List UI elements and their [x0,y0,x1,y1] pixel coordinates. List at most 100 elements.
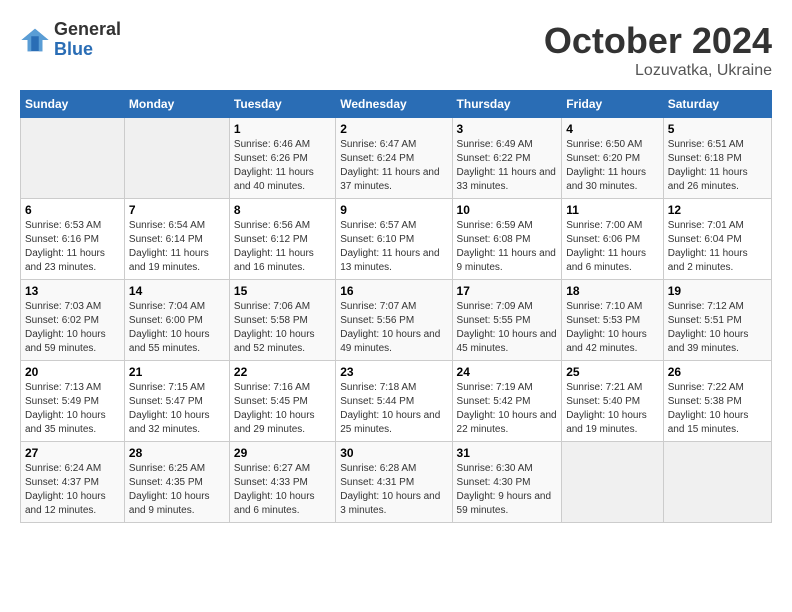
day-number: 2 [340,122,447,136]
calendar-week-5: 27Sunrise: 6:24 AMSunset: 4:37 PMDayligh… [21,442,772,523]
day-number: 17 [457,284,558,298]
calendar-cell: 29Sunrise: 6:27 AMSunset: 4:33 PMDayligh… [229,442,335,523]
day-info: Sunrise: 7:07 AMSunset: 5:56 PMDaylight:… [340,300,447,356]
day-info: Sunrise: 7:12 AMSunset: 5:51 PMDaylight:… [668,300,767,356]
day-info: Sunrise: 7:18 AMSunset: 5:44 PMDaylight:… [340,381,447,437]
calendar-cell: 27Sunrise: 6:24 AMSunset: 4:37 PMDayligh… [21,442,125,523]
day-number: 4 [566,122,659,136]
calendar-cell: 23Sunrise: 7:18 AMSunset: 5:44 PMDayligh… [336,361,452,442]
day-number: 11 [566,203,659,217]
location-text: Lozuvatka, Ukraine [544,62,772,80]
page-header: General Blue October 2024 Lozuvatka, Ukr… [20,20,772,80]
calendar-cell: 9 Sunrise: 6:57 AMSunset: 6:10 PMDaylight… [336,199,452,280]
day-info: Sunrise: 6:56 AMSunset: 6:12 PMDaylight:… [234,219,331,275]
col-wednesday: Wednesday [336,91,452,118]
calendar-cell: 18 Sunrise: 7:10 AMSunset: 5:53 PMDayligh… [562,280,664,361]
day-info: Sunrise: 7:00 AMSunset: 6:06 PMDaylight:… [566,219,659,275]
calendar-cell: 24 Sunrise: 7:19 AMSunset: 5:42 PMDayligh… [452,361,562,442]
calendar-cell: 5Sunrise: 6:51 AMSunset: 6:18 PMDaylight… [663,118,771,199]
day-number: 26 [668,365,767,379]
calendar-cell: 25 Sunrise: 7:21 AMSunset: 5:40 PMDayligh… [562,361,664,442]
day-number: 12 [668,203,767,217]
calendar-cell: 17 Sunrise: 7:09 AMSunset: 5:55 PMDayligh… [452,280,562,361]
calendar-week-1: 1 Sunrise: 6:46 AMSunset: 6:26 PMDaylight… [21,118,772,199]
day-info: Sunrise: 6:53 AMSunset: 6:16 PMDaylight:… [25,219,120,275]
calendar-cell: 26 Sunrise: 7:22 AMSunset: 5:38 PMDayligh… [663,361,771,442]
day-info: Sunrise: 6:24 AMSunset: 4:37 PMDaylight:… [25,462,120,518]
calendar-week-3: 13Sunrise: 7:03 AMSunset: 6:02 PMDayligh… [21,280,772,361]
calendar-header: Sunday Monday Tuesday Wednesday Thursday… [21,91,772,118]
day-number: 15 [234,284,331,298]
day-info: Sunrise: 6:46 AMSunset: 6:26 PMDaylight:… [234,138,331,194]
logo-general-text: General [54,20,121,40]
day-number: 3 [457,122,558,136]
calendar-cell [663,442,771,523]
day-number: 10 [457,203,558,217]
day-number: 19 [668,284,767,298]
logo-blue-text: Blue [54,40,121,60]
day-info: Sunrise: 7:10 AMSunset: 5:53 PMDaylight:… [566,300,659,356]
day-number: 18 [566,284,659,298]
day-number: 30 [340,446,447,460]
calendar-cell: 11 Sunrise: 7:00 AMSunset: 6:06 PMDayligh… [562,199,664,280]
calendar-cell: 10 Sunrise: 6:59 AMSunset: 6:08 PMDayligh… [452,199,562,280]
day-number: 6 [25,203,120,217]
logo: General Blue [20,20,121,60]
day-info: Sunrise: 6:28 AMSunset: 4:31 PMDaylight:… [340,462,447,518]
day-number: 14 [129,284,225,298]
calendar-cell: 16 Sunrise: 7:07 AMSunset: 5:56 PMDayligh… [336,280,452,361]
day-number: 8 [234,203,331,217]
calendar-cell [21,118,125,199]
day-info: Sunrise: 7:01 AMSunset: 6:04 PMDaylight:… [668,219,767,275]
logo-text: General Blue [54,20,121,60]
calendar-body: 1 Sunrise: 6:46 AMSunset: 6:26 PMDaylight… [21,118,772,523]
title-block: October 2024 Lozuvatka, Ukraine [544,20,772,80]
day-info: Sunrise: 6:47 AMSunset: 6:24 PMDaylight:… [340,138,447,194]
day-number: 5 [668,122,767,136]
calendar-cell: 3 Sunrise: 6:49 AMSunset: 6:22 PMDaylight… [452,118,562,199]
day-number: 24 [457,365,558,379]
calendar-cell: 28Sunrise: 6:25 AMSunset: 4:35 PMDayligh… [124,442,229,523]
day-info: Sunrise: 6:49 AMSunset: 6:22 PMDaylight:… [457,138,558,194]
calendar-week-2: 6 Sunrise: 6:53 AMSunset: 6:16 PMDaylight… [21,199,772,280]
day-info: Sunrise: 7:06 AMSunset: 5:58 PMDaylight:… [234,300,331,356]
day-number: 20 [25,365,120,379]
header-row: Sunday Monday Tuesday Wednesday Thursday… [21,91,772,118]
calendar-cell: 8 Sunrise: 6:56 AMSunset: 6:12 PMDaylight… [229,199,335,280]
day-info: Sunrise: 7:04 AMSunset: 6:00 PMDaylight:… [129,300,225,356]
day-info: Sunrise: 7:19 AMSunset: 5:42 PMDaylight:… [457,381,558,437]
col-sunday: Sunday [21,91,125,118]
calendar-cell [124,118,229,199]
calendar-cell: 4 Sunrise: 6:50 AMSunset: 6:20 PMDaylight… [562,118,664,199]
day-info: Sunrise: 7:22 AMSunset: 5:38 PMDaylight:… [668,381,767,437]
calendar-cell: 19 Sunrise: 7:12 AMSunset: 5:51 PMDayligh… [663,280,771,361]
calendar-cell: 15 Sunrise: 7:06 AMSunset: 5:58 PMDayligh… [229,280,335,361]
day-info: Sunrise: 7:21 AMSunset: 5:40 PMDaylight:… [566,381,659,437]
col-monday: Monday [124,91,229,118]
calendar-cell: 20 Sunrise: 7:13 AMSunset: 5:49 PMDayligh… [21,361,125,442]
calendar-week-4: 20 Sunrise: 7:13 AMSunset: 5:49 PMDayligh… [21,361,772,442]
calendar-cell: 13Sunrise: 7:03 AMSunset: 6:02 PMDayligh… [21,280,125,361]
calendar-cell [562,442,664,523]
day-number: 1 [234,122,331,136]
calendar-cell: 30 Sunrise: 6:28 AMSunset: 4:31 PMDayligh… [336,442,452,523]
day-info: Sunrise: 6:59 AMSunset: 6:08 PMDaylight:… [457,219,558,275]
calendar-table: Sunday Monday Tuesday Wednesday Thursday… [20,90,772,523]
day-number: 28 [129,446,225,460]
calendar-cell: 14 Sunrise: 7:04 AMSunset: 6:00 PMDayligh… [124,280,229,361]
day-number: 25 [566,365,659,379]
day-info: Sunrise: 7:13 AMSunset: 5:49 PMDaylight:… [25,381,120,437]
calendar-cell: 6 Sunrise: 6:53 AMSunset: 6:16 PMDaylight… [21,199,125,280]
day-number: 9 [340,203,447,217]
day-info: Sunrise: 6:50 AMSunset: 6:20 PMDaylight:… [566,138,659,194]
day-info: Sunrise: 7:15 AMSunset: 5:47 PMDaylight:… [129,381,225,437]
logo-icon [20,25,50,55]
col-tuesday: Tuesday [229,91,335,118]
day-info: Sunrise: 6:57 AMSunset: 6:10 PMDaylight:… [340,219,447,275]
day-number: 16 [340,284,447,298]
col-saturday: Saturday [663,91,771,118]
day-info: Sunrise: 6:30 AMSunset: 4:30 PMDaylight:… [457,462,558,518]
day-number: 22 [234,365,331,379]
calendar-cell: 22Sunrise: 7:16 AMSunset: 5:45 PMDayligh… [229,361,335,442]
day-info: Sunrise: 7:09 AMSunset: 5:55 PMDaylight:… [457,300,558,356]
